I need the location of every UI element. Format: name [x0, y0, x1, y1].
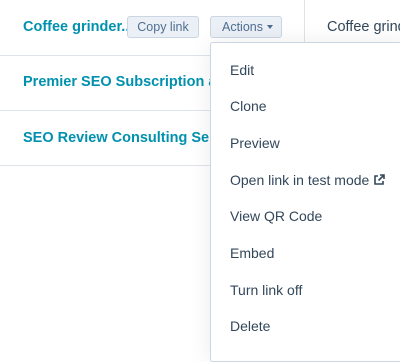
row-name-link[interactable]: Premier SEO Subscription an [23, 74, 225, 90]
actions-label: Actions [222, 20, 263, 34]
menu-item-open-test-mode[interactable]: Open link in test mode [211, 163, 400, 200]
menu-item-clone[interactable]: Clone [211, 89, 400, 126]
copy-link-button[interactable]: Copy link [127, 16, 199, 38]
menu-item-label: View QR Code [230, 208, 323, 224]
menu-item-label: Clone [230, 98, 267, 114]
actions-dropdown-menu: Edit Clone Preview Open link in test mod… [210, 42, 400, 362]
menu-item-label: Preview [230, 135, 280, 151]
menu-item-label: Open link in test mode [230, 172, 370, 188]
cell-text: Coffee grindi [327, 19, 400, 35]
menu-item-embed[interactable]: Embed [211, 236, 400, 273]
menu-item-label: Turn link off [230, 282, 303, 298]
menu-item-label: Embed [230, 245, 275, 261]
actions-button[interactable]: Actions [210, 16, 282, 38]
menu-item-label: Delete [230, 318, 271, 334]
row-name-link[interactable]: Coffee grinder... [23, 19, 133, 35]
menu-item-view-qr-code[interactable]: View QR Code [211, 199, 400, 236]
menu-item-preview[interactable]: Preview [211, 126, 400, 163]
menu-item-delete[interactable]: Delete [211, 309, 400, 346]
row-name-link[interactable]: SEO Review Consulting Servi [23, 130, 227, 146]
external-link-icon [374, 174, 386, 185]
menu-item-edit[interactable]: Edit [211, 53, 400, 90]
menu-item-turn-link-off[interactable]: Turn link off [211, 273, 400, 310]
menu-item-label: Edit [230, 62, 255, 78]
caret-down-icon [267, 25, 273, 29]
